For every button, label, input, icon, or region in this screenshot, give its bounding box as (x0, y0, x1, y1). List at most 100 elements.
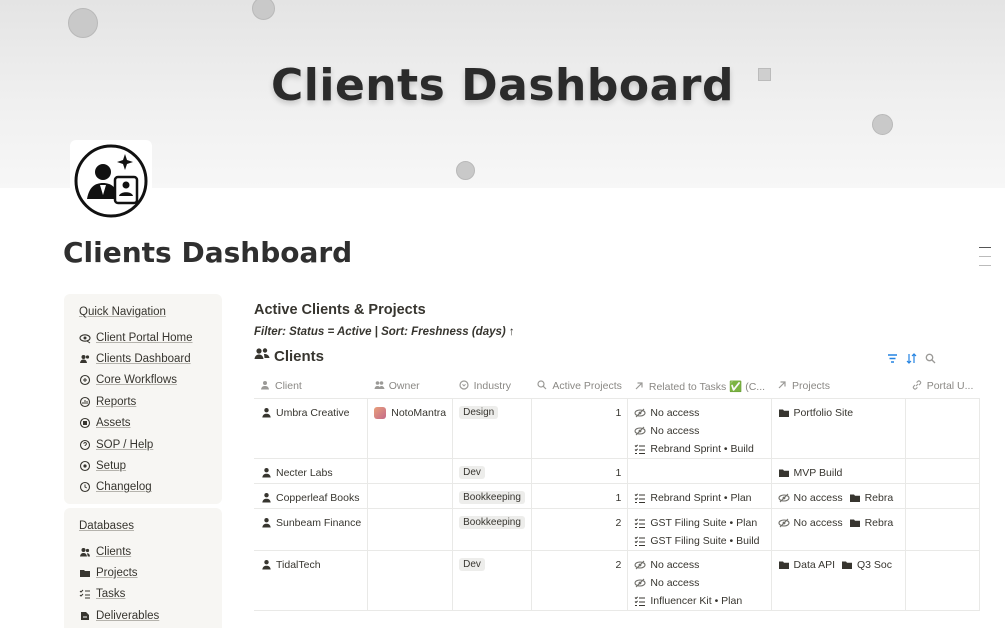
cell-related-tasks[interactable]: Rebrand Sprint • Plan (627, 483, 772, 509)
cell-portal-url[interactable] (905, 458, 980, 484)
client-name[interactable]: Copperleaf Books (260, 489, 361, 507)
owner-person[interactable]: NotoMantra (374, 404, 446, 422)
related-task[interactable]: No access (634, 422, 764, 440)
table-row[interactable]: Sunbeam Finance Bookkeeping 2 GST Filing Su… (254, 508, 980, 551)
column-header-portal-url[interactable]: Portal U... (905, 376, 980, 399)
column-header-client[interactable]: Client (254, 376, 368, 399)
table-row[interactable]: Umbra Creative NotoMantra Design 1 No access… (254, 398, 980, 459)
person-icon (260, 380, 271, 393)
folder-icon (778, 559, 790, 571)
table-row[interactable]: TidalTech Dev 2 No access No access Influence… (254, 550, 980, 611)
cell-client[interactable]: Copperleaf Books (254, 483, 369, 509)
search-icon[interactable] (925, 353, 936, 364)
cell-portal-url[interactable] (905, 483, 980, 509)
cell-owner[interactable] (367, 550, 454, 611)
quick-nav-item-sop-help[interactable]: SOP / Help (79, 434, 207, 455)
quick-nav-item-reports[interactable]: Reports (79, 391, 207, 412)
cell-owner[interactable] (367, 483, 454, 509)
database-link-tasks[interactable]: Tasks (79, 584, 207, 605)
table-row[interactable]: Copperleaf Books Bookkeeping 1 Rebrand Spri… (254, 483, 980, 509)
database-link-projects[interactable]: Projects (79, 562, 207, 583)
cell-projects[interactable]: MVP Build (771, 458, 907, 484)
column-header-active-projects[interactable]: Active Projects (531, 376, 628, 399)
project-link[interactable]: MVP Build (778, 467, 842, 479)
related-task[interactable]: Influencer Kit • Plan (634, 592, 764, 610)
cell-portal-url[interactable] (905, 398, 980, 459)
related-task[interactable]: No access (634, 404, 764, 422)
cell-projects[interactable]: Data API Q3 Soc (771, 550, 907, 611)
database-link-clients[interactable]: Clients (79, 541, 207, 562)
cell-client[interactable]: Necter Labs (254, 458, 369, 484)
column-header-related-tasks[interactable]: Related to Tasks ✅ (C... (627, 376, 772, 399)
cell-industry[interactable]: Bookkeeping (452, 508, 532, 551)
active-projects-count: 1 (615, 466, 622, 479)
database-link-deliverables[interactable]: Deliverables (79, 605, 207, 626)
project-name: Rebra (864, 491, 894, 504)
sort-icon[interactable] (906, 353, 917, 364)
cell-industry[interactable]: Dev (452, 550, 532, 611)
cell-owner[interactable]: NotoMantra (367, 398, 454, 459)
related-task[interactable]: Rebrand Sprint • Plan (634, 489, 764, 507)
client-name[interactable]: TidalTech (260, 556, 361, 574)
quick-nav-item-assets[interactable]: Assets (79, 413, 207, 434)
database-title[interactable]: Clients (274, 348, 324, 365)
table-of-contents-indicator[interactable] (979, 247, 991, 274)
client-name[interactable]: Sunbeam Finance (260, 514, 361, 532)
cell-projects[interactable]: No access Rebra (771, 508, 907, 551)
eye-off-icon (777, 517, 790, 529)
project-link[interactable]: Portfolio Site (778, 407, 853, 419)
filter-icon[interactable] (887, 353, 898, 364)
quick-nav-item-changelog[interactable]: Changelog (79, 477, 207, 498)
project-link[interactable]: No access (777, 517, 843, 529)
cell-portal-url[interactable] (905, 550, 980, 611)
project-link[interactable]: Data API (778, 559, 835, 571)
cell-owner[interactable] (367, 508, 454, 551)
cell-client[interactable]: TidalTech (254, 550, 369, 611)
cell-industry[interactable]: Dev (452, 458, 532, 484)
cell-active-projects[interactable]: 1 (531, 483, 629, 509)
related-task[interactable]: GST Filing Suite • Build (634, 532, 764, 550)
project-link[interactable]: No access (777, 492, 843, 504)
cell-active-projects[interactable]: 1 (531, 398, 629, 459)
client-name[interactable]: Umbra Creative (260, 404, 361, 422)
related-task[interactable]: No access (634, 556, 764, 574)
eye-off-icon (634, 425, 646, 437)
cell-client[interactable]: Sunbeam Finance (254, 508, 369, 551)
cell-client[interactable]: Umbra Creative (254, 398, 369, 459)
quick-nav-item-setup[interactable]: Setup (79, 455, 207, 476)
client-name-text: Necter Labs (276, 466, 333, 479)
quick-nav-item-client-portal-home[interactable]: Client Portal Home (79, 327, 207, 348)
cell-related-tasks[interactable]: No access No access Influencer Kit • Plan (627, 550, 772, 611)
cell-industry[interactable]: Bookkeeping (452, 483, 532, 509)
quick-nav-item-core-workflows[interactable]: Core Workflows (79, 370, 207, 391)
cell-owner[interactable] (367, 458, 454, 484)
checklist-icon (634, 517, 646, 529)
project-link[interactable]: Rebra (849, 491, 894, 504)
client-name[interactable]: Necter Labs (260, 464, 361, 482)
quick-navigation-title[interactable]: Quick Navigation (79, 306, 207, 318)
related-task[interactable]: GST Filing Suite • Plan (634, 514, 764, 532)
column-header-projects[interactable]: Projects (771, 376, 906, 399)
cell-related-tasks[interactable]: No access No access Rebrand Sprint • Build (627, 398, 772, 459)
databases-title[interactable]: Databases (79, 520, 207, 532)
checklist-icon (634, 535, 646, 547)
related-task[interactable]: Rebrand Sprint • Build (634, 440, 764, 458)
related-task-text: Influencer Kit • Plan (650, 594, 743, 607)
page-icon[interactable] (70, 140, 152, 222)
cell-projects[interactable]: No access Rebra (771, 483, 907, 509)
cell-portal-url[interactable] (905, 508, 980, 551)
related-task[interactable]: No access (634, 574, 764, 592)
project-link[interactable]: Q3 Soc (841, 559, 892, 571)
cell-related-tasks[interactable]: GST Filing Suite • Plan GST Filing Suite … (627, 508, 772, 551)
cell-active-projects[interactable]: 2 (531, 550, 629, 611)
table-row[interactable]: Necter Labs Dev 1 MVP Build (254, 458, 980, 484)
cell-active-projects[interactable]: 2 (531, 508, 629, 551)
column-header-owner[interactable]: Owner (367, 376, 453, 399)
cell-industry[interactable]: Design (452, 398, 532, 459)
quick-nav-item-clients-dashboard[interactable]: Clients Dashboard (79, 348, 207, 369)
cell-projects[interactable]: Portfolio Site (771, 398, 907, 459)
project-link[interactable]: Rebra (849, 517, 893, 529)
cell-related-tasks[interactable] (627, 458, 772, 484)
column-header-industry[interactable]: Industry (452, 376, 532, 399)
cell-active-projects[interactable]: 1 (531, 458, 629, 484)
